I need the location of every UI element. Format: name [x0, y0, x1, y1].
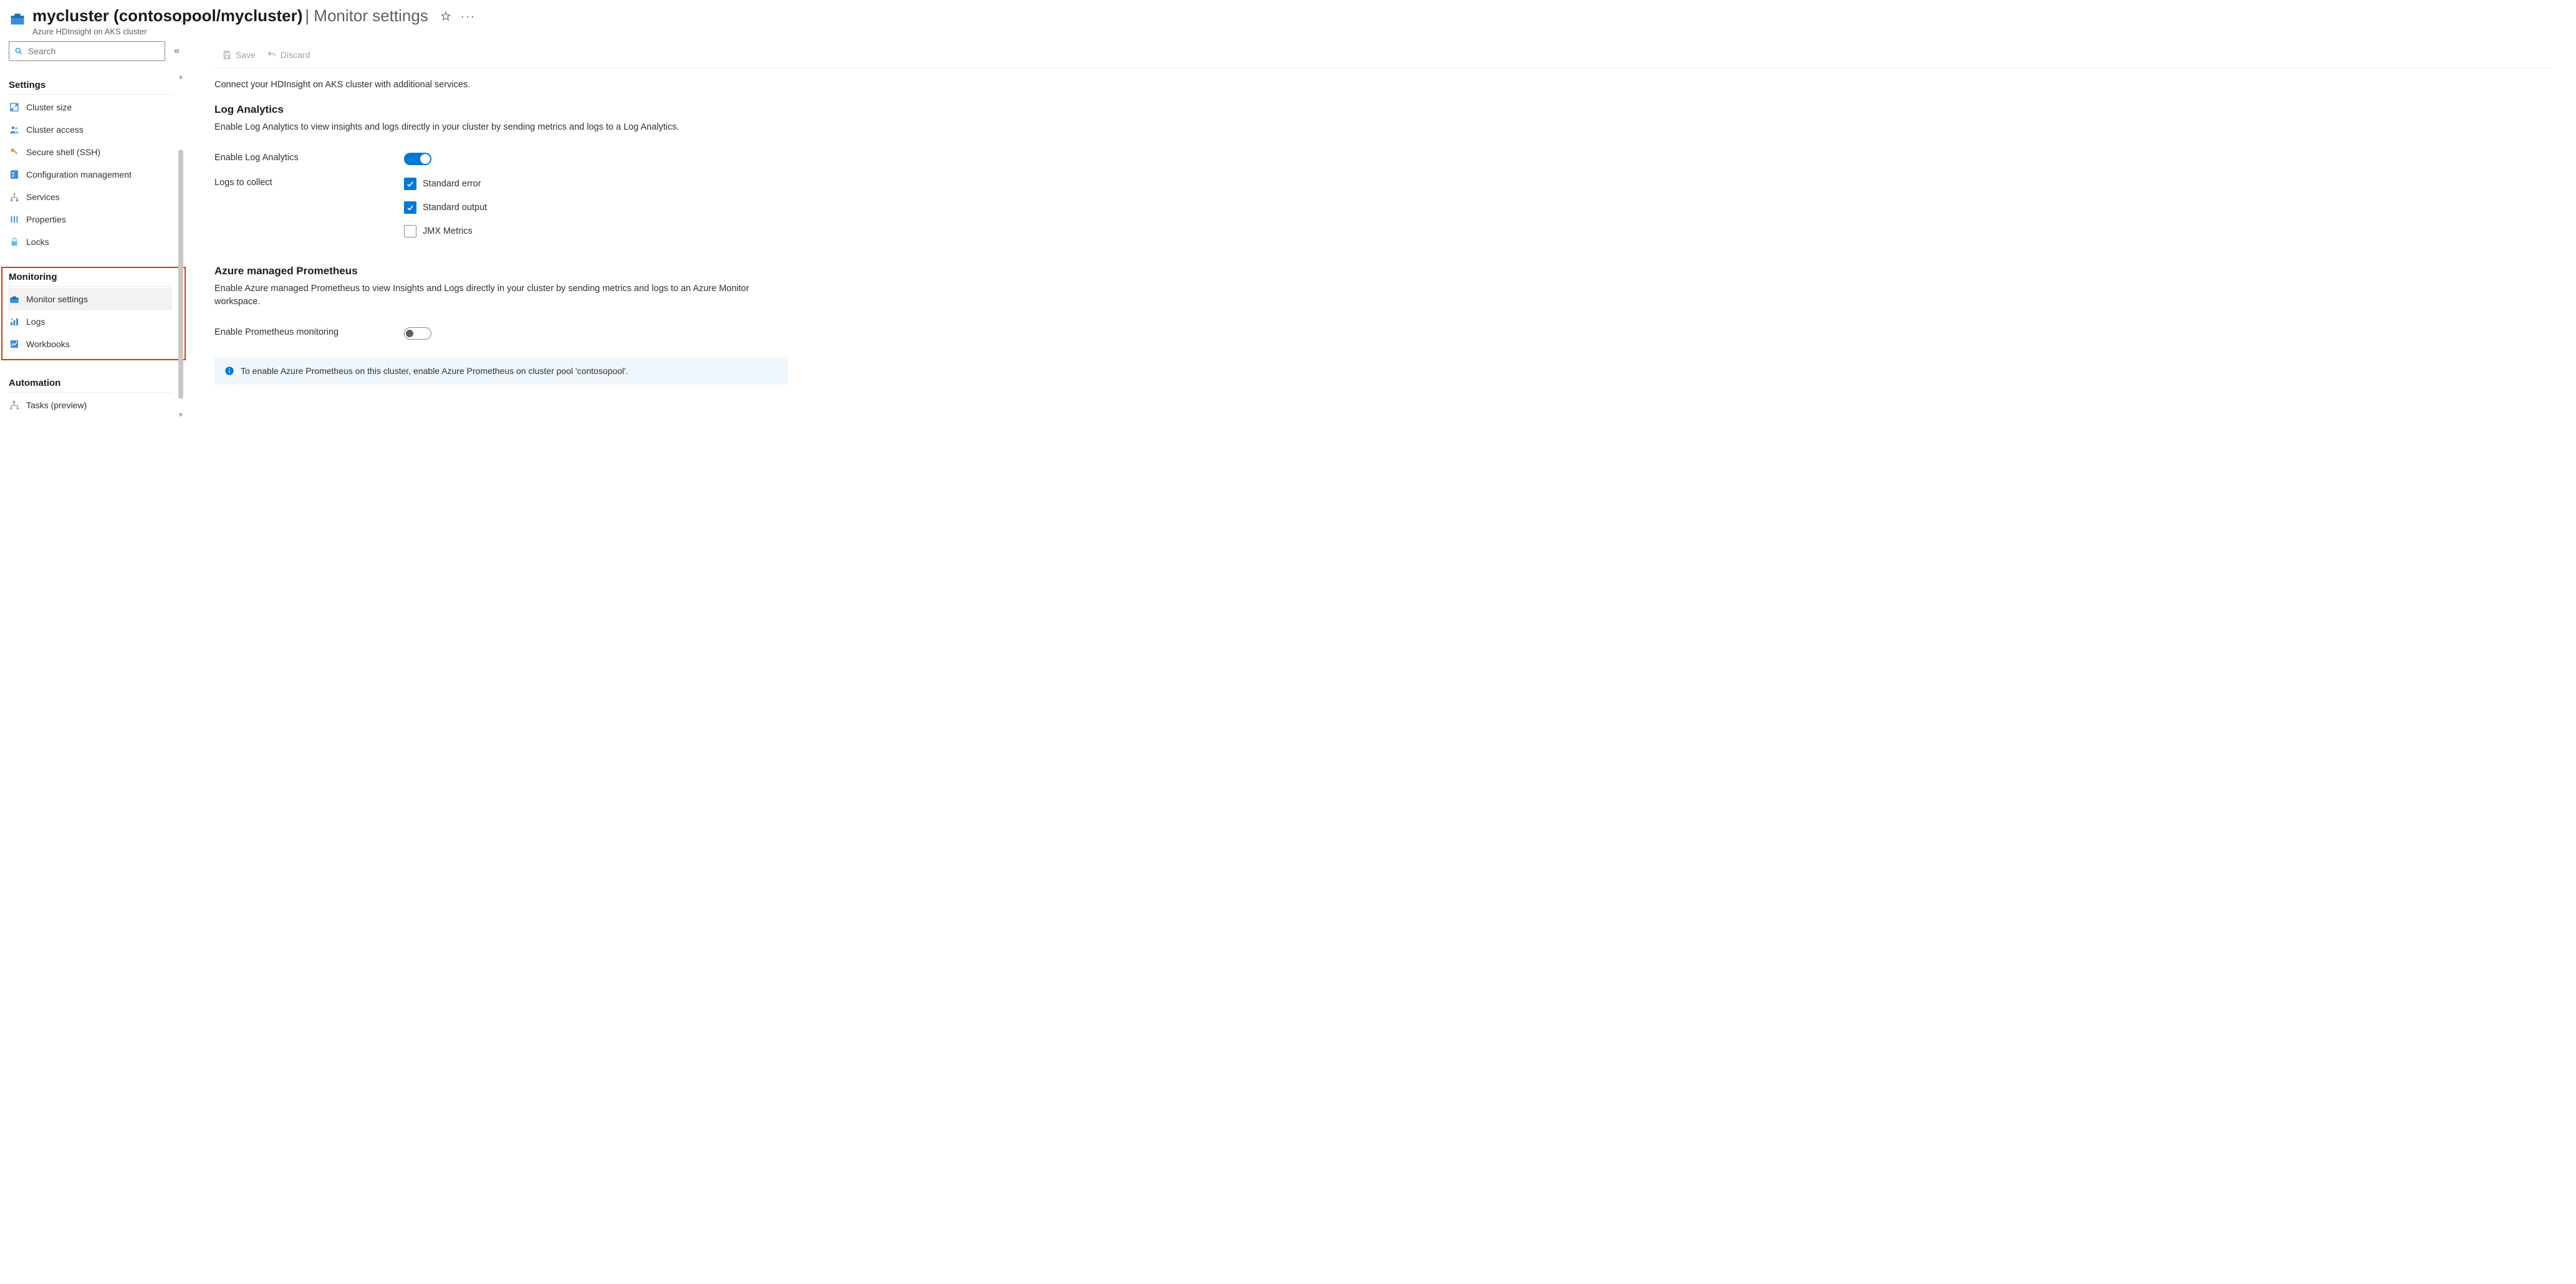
logs-icon — [9, 316, 20, 327]
toolbox-icon — [9, 294, 20, 305]
sidebar-item-locks[interactable]: Locks — [9, 231, 172, 253]
search-icon — [14, 47, 23, 55]
log-analytics-desc: Enable Log Analytics to view insights an… — [214, 121, 788, 134]
bars-icon — [9, 214, 20, 225]
nav-group-title: Monitoring — [9, 268, 172, 287]
prometheus-heading: Azure managed Prometheus — [214, 265, 788, 277]
sidebar-item-monitor-settings[interactable]: Monitor settings — [9, 288, 172, 310]
hierarchy-icon — [9, 191, 20, 203]
sidebar-item-logs[interactable]: Logs — [9, 310, 172, 333]
undo-icon — [267, 50, 277, 60]
checkbox-standard-output[interactable] — [404, 201, 416, 214]
save-icon — [222, 50, 232, 60]
sidebar-item-label: Cluster size — [26, 102, 72, 112]
sidebar-item-properties[interactable]: Properties — [9, 208, 172, 231]
checkbox-jmx-metrics[interactable] — [404, 225, 416, 237]
people-icon — [9, 124, 20, 135]
favorite-button[interactable] — [441, 11, 451, 21]
key-icon — [9, 146, 20, 158]
checkbox-label: JMX Metrics — [423, 226, 473, 236]
sidebar-item-secure-shell-ssh[interactable]: Secure shell (SSH) — [9, 141, 172, 163]
sidebar-item-tasks-preview[interactable]: Tasks (preview) — [9, 394, 172, 416]
main-content: Save Discard Connect your HDInsight on A… — [187, 41, 2576, 1284]
lock-icon — [9, 236, 20, 247]
sidebar-search-input[interactable] — [27, 46, 160, 57]
info-icon — [224, 366, 234, 376]
resource-icon — [9, 10, 26, 27]
sidebar-item-label: Logs — [26, 317, 45, 327]
log-analytics-heading: Log Analytics — [214, 103, 788, 116]
sidebar-item-label: Tasks (preview) — [26, 400, 87, 410]
resource-type-label: Azure HDInsight on AKS cluster — [32, 27, 476, 36]
collapse-sidebar-button[interactable]: « — [171, 43, 182, 59]
enable-log-analytics-toggle[interactable] — [404, 153, 431, 165]
tasks-icon — [9, 400, 20, 411]
save-button[interactable]: Save — [222, 50, 256, 60]
checkbox-standard-error[interactable] — [404, 178, 416, 190]
sidebar-item-label: Secure shell (SSH) — [26, 147, 100, 157]
page-title: mycluster (contosopool/mycluster) | Moni… — [32, 6, 428, 26]
sidebar-item-label: Cluster access — [26, 125, 84, 135]
resize-icon — [9, 102, 20, 113]
enable-prometheus-toggle[interactable] — [404, 327, 431, 340]
sidebar-item-label: Properties — [26, 214, 66, 224]
checkbox-row-standard-error: Standard error — [404, 178, 788, 190]
sidebar-item-label: Monitor settings — [26, 294, 88, 304]
checkbox-label: Standard error — [423, 179, 481, 189]
command-bar: Save Discard — [214, 41, 2551, 69]
sidebar: « ▲ ▼ Settings Cluster size Cluster access… — [0, 41, 187, 1284]
checkbox-row-standard-output: Standard output — [404, 201, 788, 214]
intro-text: Connect your HDInsight on AKS cluster wi… — [214, 80, 788, 90]
checklist-icon — [9, 169, 20, 180]
sidebar-item-label: Configuration management — [26, 170, 132, 180]
sidebar-item-label: Locks — [26, 237, 49, 247]
sidebar-item-cluster-size[interactable]: Cluster size — [9, 96, 172, 118]
sidebar-scrollbar[interactable]: ▲ ▼ — [178, 76, 183, 416]
prometheus-info-banner: To enable Azure Prometheus on this clust… — [214, 357, 788, 385]
enable-log-analytics-label: Enable Log Analytics — [214, 153, 404, 163]
nav-group-title: Automation — [9, 374, 172, 393]
checkbox-row-jmx-metrics: JMX Metrics — [404, 225, 788, 237]
page-header: mycluster (contosopool/mycluster) | Moni… — [0, 6, 2576, 41]
workbook-icon — [9, 338, 20, 350]
discard-button[interactable]: Discard — [267, 50, 310, 60]
nav-group-title: Settings — [9, 76, 172, 95]
sidebar-item-workbooks[interactable]: Workbooks — [9, 333, 172, 355]
logs-to-collect-label: Logs to collect — [214, 178, 404, 188]
sidebar-search[interactable] — [9, 41, 165, 61]
sidebar-item-cluster-access[interactable]: Cluster access — [9, 118, 172, 141]
checkbox-label: Standard output — [423, 203, 487, 213]
more-button[interactable]: ··· — [461, 11, 476, 22]
sidebar-item-services[interactable]: Services — [9, 186, 172, 208]
sidebar-item-label: Services — [26, 192, 60, 202]
sidebar-item-label: Workbooks — [26, 339, 70, 349]
prometheus-desc: Enable Azure managed Prometheus to view … — [214, 282, 788, 309]
enable-prometheus-label: Enable Prometheus monitoring — [214, 327, 404, 337]
sidebar-item-configuration-management[interactable]: Configuration management — [9, 163, 172, 186]
